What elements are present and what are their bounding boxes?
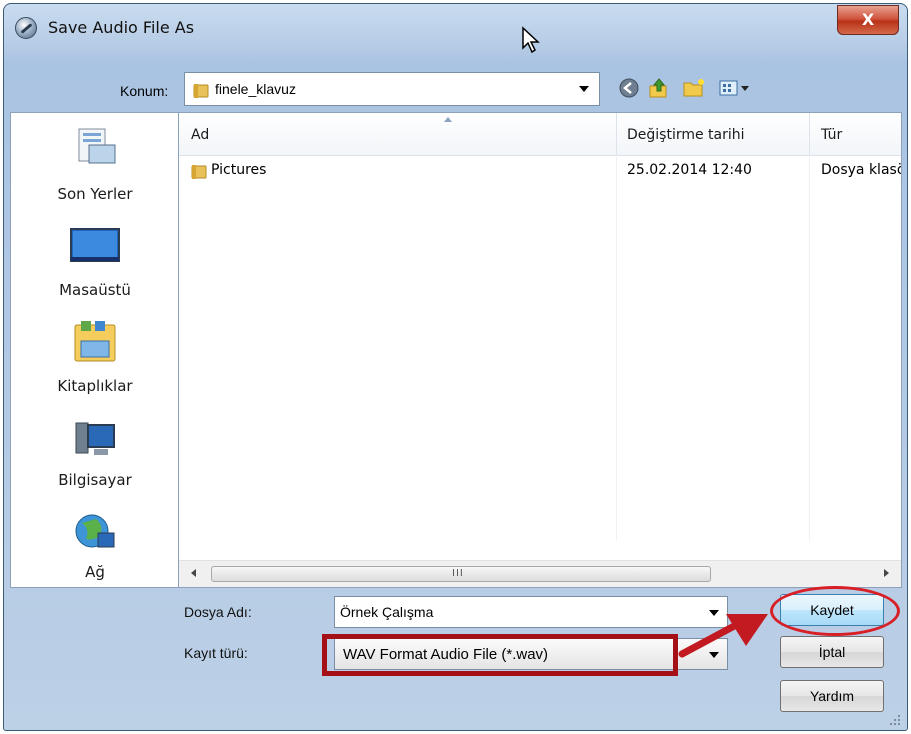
location-value: finele_klavuz (215, 81, 296, 97)
filename-value: Örnek Çalışma (340, 604, 434, 620)
computer-icon (75, 422, 115, 455)
new-folder-icon[interactable] (682, 77, 706, 103)
sort-ascending-icon (444, 117, 452, 122)
save-dialog-window: Save Audio File As X Konum: finele_klavu… (3, 3, 908, 731)
highlight-annotation-box (322, 634, 678, 676)
recent-places-icon (78, 128, 116, 164)
filename-label: Dosya Adı: (184, 604, 252, 620)
place-label: Ağ (85, 563, 105, 581)
mouse-cursor-icon (522, 26, 540, 54)
horizontal-scrollbar[interactable]: III (179, 560, 901, 587)
location-dropdown[interactable]: finele_klavuz (184, 72, 600, 106)
place-label: Kitaplıklar (57, 377, 133, 395)
filename-input[interactable]: Örnek Çalışma (334, 596, 728, 628)
file-list: Ad Değiştirme tarihi Tür Pictures 25.02.… (178, 112, 902, 588)
folder-icon (191, 165, 207, 179)
help-button[interactable]: Yardım (780, 680, 884, 712)
place-desktop[interactable]: Masaüstü (11, 219, 179, 309)
place-label: Son Yerler (57, 185, 133, 203)
folder-icon (193, 84, 209, 98)
up-folder-icon[interactable] (648, 77, 670, 103)
annotation-arrow-icon (678, 614, 768, 658)
place-recent[interactable]: Son Yerler (11, 121, 179, 211)
scroll-right-icon[interactable] (884, 569, 889, 577)
highlight-annotation-ellipse (770, 586, 900, 636)
column-divider[interactable] (616, 113, 617, 155)
libraries-icon (74, 321, 116, 362)
title-bar[interactable]: Save Audio File As X (4, 4, 907, 56)
back-icon[interactable] (618, 77, 640, 103)
place-libraries[interactable]: Kitaplıklar (11, 313, 179, 403)
app-icon (15, 17, 37, 39)
filetype-label: Kayıt türü: (184, 645, 248, 661)
column-header-type[interactable]: Tür (821, 127, 842, 143)
resize-grip-icon[interactable] (889, 714, 901, 726)
row-modified: 25.02.2014 12:40 (627, 162, 752, 178)
row-name: Pictures (211, 162, 267, 178)
close-button[interactable]: X (837, 5, 899, 35)
table-row[interactable]: Pictures 25.02.2014 12:40 Dosya klasörü (179, 159, 901, 185)
column-divider (616, 155, 617, 541)
place-label: Bilgisayar (58, 471, 132, 489)
column-header-modified[interactable]: Değiştirme tarihi (627, 127, 745, 143)
column-header-row: Ad Değiştirme tarihi Tür (179, 113, 901, 156)
cancel-button[interactable]: İptal (780, 636, 884, 668)
place-network[interactable]: Ağ (11, 505, 179, 595)
chevron-down-icon[interactable] (579, 86, 589, 92)
scroll-thumb[interactable]: III (211, 566, 711, 582)
window-title: Save Audio File As (48, 18, 195, 37)
column-divider (809, 155, 810, 541)
network-icon (75, 514, 115, 548)
places-sidebar: Son Yerler Masaüstü Kitaplıklar Bilgisay… (10, 112, 178, 588)
scroll-left-icon[interactable] (191, 569, 196, 577)
location-label: Konum: (120, 83, 169, 99)
column-divider[interactable] (809, 113, 810, 155)
place-label: Masaüstü (59, 281, 131, 299)
desktop-icon (70, 228, 120, 262)
view-menu-icon[interactable] (718, 77, 754, 103)
row-type: Dosya klasörü (821, 162, 901, 178)
place-computer[interactable]: Bilgisayar (11, 411, 179, 501)
column-header-name[interactable]: Ad (191, 127, 209, 143)
scroll-grip: III (452, 568, 464, 579)
